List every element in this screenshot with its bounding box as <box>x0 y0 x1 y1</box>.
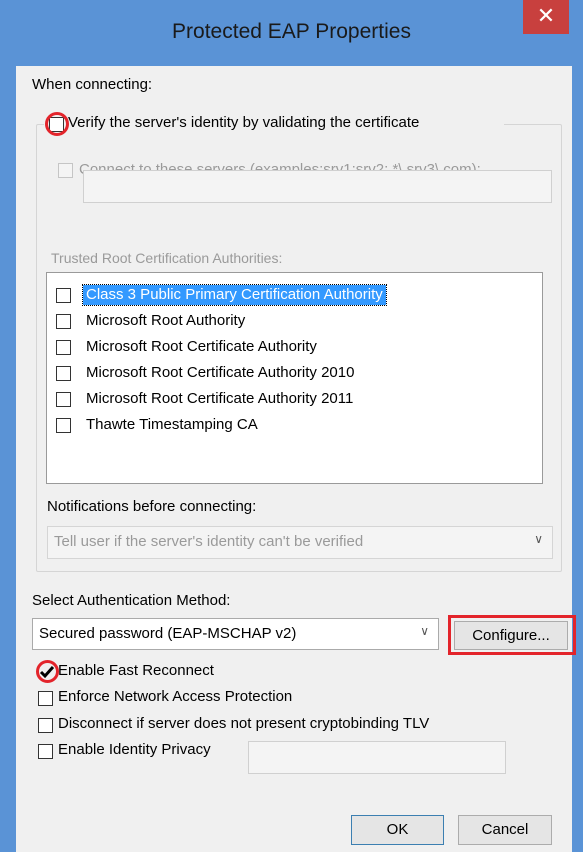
notifications-value: Tell user if the server's identity can't… <box>54 533 364 550</box>
cancel-button[interactable]: Cancel <box>458 815 552 845</box>
list-item-checkbox[interactable] <box>56 340 71 355</box>
dialog-title: Protected EAP Properties <box>172 20 411 43</box>
list-item-label: Microsoft Root Certificate Authority 201… <box>86 364 355 381</box>
identity-privacy-input[interactable] <box>248 741 506 774</box>
annotation-box-configure <box>448 615 576 655</box>
annotation-circle-verify <box>45 112 69 136</box>
chevron-down-icon: ∨ <box>534 532 543 546</box>
auth-method-select[interactable]: Secured password (EAP-MSCHAP v2) ∨ <box>32 618 439 650</box>
identity-privacy-label: Enable Identity Privacy <box>58 741 211 758</box>
list-item[interactable]: Microsoft Root Certificate Authority <box>47 335 542 359</box>
cryptobinding-checkbox[interactable] <box>38 718 53 733</box>
annotation-circle-fast-reconnect <box>36 660 59 683</box>
close-icon: ✕ <box>536 3 556 28</box>
cryptobinding-label: Disconnect if server does not present cr… <box>58 715 430 732</box>
list-item-checkbox[interactable] <box>56 288 71 303</box>
verify-identity-label: Verify the server's identity by validati… <box>68 114 420 131</box>
nap-checkbox[interactable] <box>38 691 53 706</box>
title-bar[interactable]: Protected EAP Properties ✕ <box>0 0 583 66</box>
list-item-label: Microsoft Root Certificate Authority <box>86 338 317 355</box>
list-item-checkbox[interactable] <box>56 366 71 381</box>
notifications-select[interactable]: Tell user if the server's identity can't… <box>47 526 553 559</box>
trusted-root-label: Trusted Root Certification Authorities: <box>51 250 283 266</box>
trusted-root-list[interactable]: Class 3 Public Primary Certification Aut… <box>46 272 543 484</box>
ok-button[interactable]: OK <box>351 815 444 845</box>
chevron-down-icon: ∨ <box>420 624 429 638</box>
auth-method-value: Secured password (EAP-MSCHAP v2) <box>39 625 297 642</box>
list-item[interactable]: Thawte Timestamping CA <box>47 413 542 437</box>
connect-servers-input[interactable] <box>83 170 552 203</box>
dialog-body: When connecting: Verify the server's ide… <box>16 66 576 852</box>
dialog-window: Protected EAP Properties ✕ When connecti… <box>0 0 583 852</box>
list-item[interactable]: Microsoft Root Certificate Authority 201… <box>47 387 542 411</box>
list-item-label: Thawte Timestamping CA <box>86 416 258 433</box>
nap-label: Enforce Network Access Protection <box>58 688 293 705</box>
list-item[interactable]: Microsoft Root Certificate Authority 201… <box>47 361 542 385</box>
notifications-label: Notifications before connecting: <box>47 498 257 515</box>
close-button[interactable]: ✕ <box>523 0 569 34</box>
list-item-label: Microsoft Root Certificate Authority 201… <box>86 390 354 407</box>
connect-servers-checkbox[interactable] <box>58 163 73 178</box>
list-item-checkbox[interactable] <box>56 314 71 329</box>
list-item[interactable]: Class 3 Public Primary Certification Aut… <box>47 283 542 307</box>
list-item-checkbox[interactable] <box>56 392 71 407</box>
fast-reconnect-label: Enable Fast Reconnect <box>58 662 214 679</box>
auth-method-label: Select Authentication Method: <box>32 592 231 609</box>
list-item-checkbox[interactable] <box>56 418 71 433</box>
when-connecting-label: When connecting: <box>32 76 153 93</box>
identity-privacy-checkbox[interactable] <box>38 744 53 759</box>
list-item-label: Microsoft Root Authority <box>86 312 246 329</box>
list-item[interactable]: Microsoft Root Authority <box>47 309 542 333</box>
list-item-label: Class 3 Public Primary Certification Aut… <box>82 284 387 306</box>
